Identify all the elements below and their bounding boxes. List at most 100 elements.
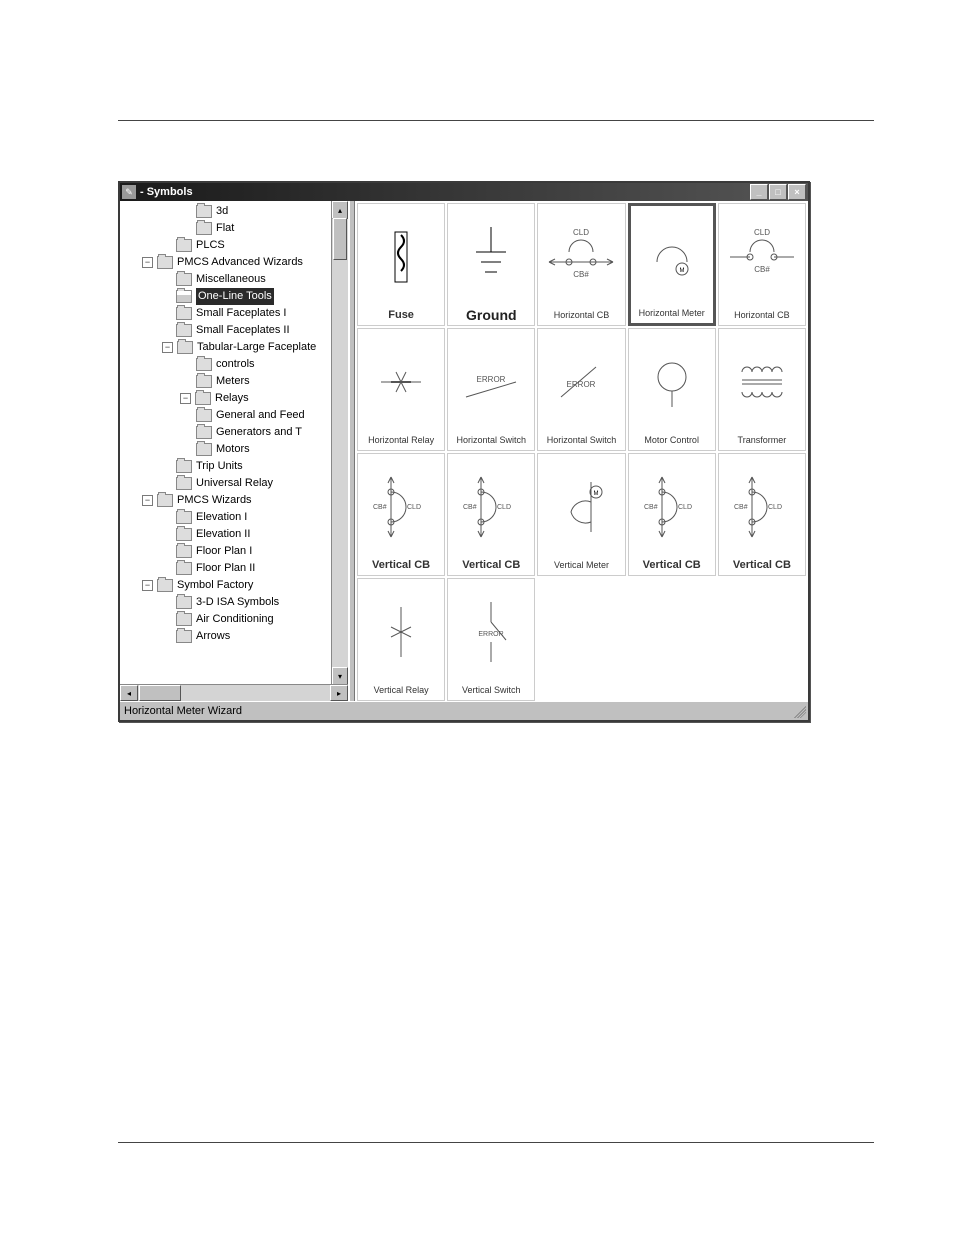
tree-item[interactable]: −PMCS Wizards <box>124 492 348 509</box>
symbol-label: Ground <box>466 310 517 325</box>
tree-vertical-scrollbar[interactable]: ▴ ▾ <box>331 201 348 685</box>
symbol-label: Horizontal CB <box>734 310 790 325</box>
symbol-cell[interactable]: CLDCB#Horizontal CB <box>718 203 806 326</box>
splitter[interactable] <box>348 201 355 701</box>
svg-text:M: M <box>594 491 599 497</box>
tree-item[interactable]: Elevation I <box>124 509 348 526</box>
tree-item-label: PLCS <box>196 237 225 254</box>
symbol-cell[interactable]: ERRORHorizontal Switch <box>537 328 625 451</box>
svg-text:CB#: CB# <box>574 270 590 279</box>
tree-item[interactable]: Meters <box>124 373 348 390</box>
minimize-button[interactable]: _ <box>750 184 768 200</box>
symbol-cell[interactable]: Transformer <box>718 328 806 451</box>
folder-icon <box>196 443 212 456</box>
symbol-icon <box>629 329 715 435</box>
symbol-cell[interactable]: MHorizontal Meter <box>628 203 716 326</box>
titlebar[interactable]: ✎ - Symbols _ □ × <box>120 183 808 201</box>
symbol-cell[interactable]: CB#CLDVertical CB <box>357 453 445 576</box>
scroll-thumb[interactable] <box>333 218 347 260</box>
tree-item[interactable]: Floor Plan II <box>124 560 348 577</box>
tree-item[interactable]: Small Faceplates I <box>124 305 348 322</box>
tree-horizontal-scrollbar[interactable]: ◂ ▸ <box>120 684 348 701</box>
tree-item-label: General and Feed <box>216 407 305 424</box>
tree-expander[interactable]: − <box>142 580 153 591</box>
svg-text:CB#: CB# <box>373 504 387 511</box>
folder-icon <box>157 256 173 269</box>
symbol-icon <box>358 204 444 310</box>
symbol-icon: CB#CLD <box>719 454 805 560</box>
tree-item[interactable]: Elevation II <box>124 526 348 543</box>
folder-icon <box>157 579 173 592</box>
folder-icon <box>177 341 193 354</box>
tree-item[interactable]: Trip Units <box>124 458 348 475</box>
symbol-cell[interactable]: CB#CLDVertical CB <box>718 453 806 576</box>
tree-item[interactable]: Flat <box>124 220 348 237</box>
symbol-label: Horizontal CB <box>554 310 610 325</box>
symbol-cell[interactable]: CB#CLDVertical CB <box>628 453 716 576</box>
tree-item-label: Trip Units <box>196 458 243 475</box>
tree-item-label: Tabular-Large Faceplate <box>197 339 316 356</box>
tree-item[interactable]: General and Feed <box>124 407 348 424</box>
symbol-label: Vertical CB <box>643 560 701 575</box>
page-rule-top <box>118 120 874 121</box>
tree-item[interactable]: Miscellaneous <box>124 271 348 288</box>
tree-item[interactable]: 3-D ISA Symbols <box>124 594 348 611</box>
scroll-down-button[interactable]: ▾ <box>332 667 348 685</box>
tree-pane[interactable]: 3dFlatPLCS−PMCS Advanced WizardsMiscella… <box>120 201 348 701</box>
scroll-up-button[interactable]: ▴ <box>332 201 348 219</box>
symbol-cell[interactable]: M Vertical Meter <box>537 453 625 576</box>
tree-item-label: Flat <box>216 220 234 237</box>
folder-icon <box>176 545 192 558</box>
tree-item[interactable]: Floor Plan I <box>124 543 348 560</box>
folder-icon <box>176 239 192 252</box>
folder-icon <box>176 511 192 524</box>
tree-expander[interactable]: − <box>142 257 153 268</box>
tree-item[interactable]: −Relays <box>124 390 348 407</box>
tree-item[interactable]: Arrows <box>124 628 348 645</box>
folder-icon <box>157 494 173 507</box>
tree-expander[interactable]: − <box>180 393 191 404</box>
folder-icon <box>176 324 192 337</box>
symbol-cell[interactable]: CLD CB# Horizontal CB <box>537 203 625 326</box>
symbol-cell[interactable]: ERRORVertical Switch <box>447 578 535 701</box>
tree-expander[interactable]: − <box>142 495 153 506</box>
tree-item[interactable]: controls <box>124 356 348 373</box>
symbol-cell[interactable]: Ground <box>447 203 535 326</box>
maximize-button[interactable]: □ <box>769 184 787 200</box>
scroll-left-button[interactable]: ◂ <box>120 685 138 701</box>
symbol-label: Horizontal Switch <box>457 435 527 450</box>
tree-expander[interactable]: − <box>162 342 173 353</box>
symbol-label: Vertical Switch <box>462 685 521 700</box>
hscroll-thumb[interactable] <box>139 685 181 701</box>
folder-icon <box>196 426 212 439</box>
symbol-label: Horizontal Relay <box>368 435 434 450</box>
svg-text:CLD: CLD <box>768 504 782 511</box>
symbol-label: Horizontal Switch <box>547 435 617 450</box>
tree-item[interactable]: Small Faceplates II <box>124 322 348 339</box>
symbol-cell[interactable]: Vertical Relay <box>357 578 445 701</box>
tree-item[interactable]: Universal Relay <box>124 475 348 492</box>
symbol-cell[interactable]: Horizontal Relay <box>357 328 445 451</box>
tree-item-label: Symbol Factory <box>177 577 253 594</box>
svg-text:CLD: CLD <box>573 228 589 237</box>
tree-item[interactable]: 3d <box>124 203 348 220</box>
symbol-cell[interactable]: ERRORHorizontal Switch <box>447 328 535 451</box>
folder-icon <box>176 596 192 609</box>
tree-item[interactable]: Generators and T <box>124 424 348 441</box>
symbol-label: Vertical Meter <box>554 560 609 575</box>
tree-item[interactable]: −PMCS Advanced Wizards <box>124 254 348 271</box>
symbol-cell[interactable]: Fuse <box>357 203 445 326</box>
tree-item[interactable]: Motors <box>124 441 348 458</box>
tree-item-label: Floor Plan I <box>196 543 252 560</box>
tree-item[interactable]: PLCS <box>124 237 348 254</box>
tree-item[interactable]: Air Conditioning <box>124 611 348 628</box>
tree-item[interactable]: − Symbol Factory <box>124 577 348 594</box>
close-button[interactable]: × <box>788 184 806 200</box>
resize-grip[interactable] <box>794 706 806 718</box>
status-text: Horizontal Meter Wizard <box>124 705 242 717</box>
tree-item[interactable]: One-Line Tools <box>124 288 348 305</box>
scroll-right-button[interactable]: ▸ <box>330 685 348 701</box>
symbol-cell[interactable]: CB#CLDVertical CB <box>447 453 535 576</box>
symbol-cell[interactable]: Motor Control <box>628 328 716 451</box>
tree-item[interactable]: − Tabular-Large Faceplate <box>124 339 348 356</box>
